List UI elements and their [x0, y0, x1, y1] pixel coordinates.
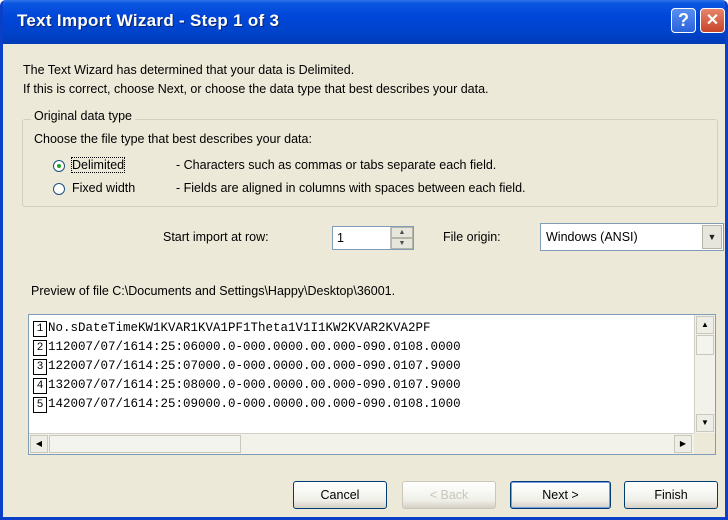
file-origin-value: Windows (ANSI) [546, 230, 638, 244]
row-number: 1 [33, 321, 47, 337]
start-row-stepper[interactable]: 1 ▲ ▼ [332, 226, 414, 250]
file-origin-select[interactable]: Windows (ANSI) ▼ [540, 223, 724, 251]
cancel-button[interactable]: Cancel [293, 481, 387, 509]
next-button[interactable]: Next > [510, 481, 611, 509]
scroll-up-icon[interactable]: ▲ [696, 316, 714, 334]
scroll-down-icon[interactable]: ▼ [696, 414, 714, 432]
text-import-wizard-dialog: Text Import Wizard - Step 1 of 3 ? ✕ The… [0, 0, 728, 520]
delimited-label[interactable]: Delimited [70, 157, 126, 173]
row-number: 5 [33, 397, 47, 413]
fixed-width-radio[interactable] [53, 183, 65, 195]
finish-button[interactable]: Finish [624, 481, 718, 509]
vertical-scrollbar[interactable]: ▲ ▼ [694, 315, 715, 434]
row-text: 142007/07/1614:25:09000.0-000.0000.00.00… [48, 397, 461, 411]
row-number: 2 [33, 340, 47, 356]
horizontal-scrollbar[interactable]: ◀ ▶ [29, 433, 695, 454]
fixed-width-description: - Fields are aligned in columns with spa… [176, 181, 526, 195]
close-icon[interactable]: ✕ [700, 8, 725, 33]
vertical-scroll-thumb[interactable] [696, 335, 714, 355]
delimited-description: - Characters such as commas or tabs sepa… [176, 158, 497, 172]
file-type-prompt: Choose the file type that best describes… [34, 132, 312, 146]
dialog-title: Text Import Wizard - Step 1 of 3 [17, 11, 280, 30]
file-origin-label: File origin: [443, 230, 501, 244]
row-text: 122007/07/1614:25:07000.0-000.0000.00.00… [48, 359, 461, 373]
scroll-corner [694, 433, 715, 454]
preview-row: 3 122007/07/1614:25:07000.0-000.0000.00.0… [33, 357, 461, 375]
scroll-right-icon[interactable]: ▶ [674, 435, 692, 453]
row-text: 112007/07/1614:25:06000.0-000.0000.00.00… [48, 340, 461, 354]
intro-line-1: The Text Wizard has determined that your… [23, 63, 355, 77]
arrow-up-icon[interactable]: ▲ [391, 227, 413, 238]
preview-row: 2 112007/07/1614:25:06000.0-000.0000.00.0… [33, 338, 461, 356]
scroll-left-icon[interactable]: ◀ [30, 435, 48, 453]
intro-line-2: If this is correct, choose Next, or choo… [23, 82, 489, 96]
start-row-value[interactable]: 1 [337, 231, 344, 245]
row-number: 3 [33, 359, 47, 375]
fixed-width-label[interactable]: Fixed width [72, 181, 135, 195]
stepper-buttons: ▲ ▼ [390, 227, 413, 249]
start-import-label: Start import at row: [163, 230, 269, 244]
back-button[interactable]: < Back [402, 481, 496, 509]
chevron-down-icon[interactable]: ▼ [702, 225, 722, 249]
title-bar[interactable]: Text Import Wizard - Step 1 of 3 ? ✕ [3, 0, 725, 44]
delimited-radio[interactable] [53, 160, 65, 172]
arrow-down-icon[interactable]: ▼ [391, 238, 413, 249]
preview-label: Preview of file C:\Documents and Setting… [31, 284, 396, 298]
row-text: No.sDateTimeKW1KVAR1KVA1PF1Theta1V1I1KW2… [48, 321, 431, 335]
row-number: 4 [33, 378, 47, 394]
help-icon[interactable]: ? [671, 8, 696, 33]
horizontal-scroll-thumb[interactable] [49, 435, 241, 453]
preview-row: 1 No.sDateTimeKW1KVAR1KVA1PF1Theta1V1I1KW… [33, 319, 431, 337]
preview-row: 5 142007/07/1614:25:09000.0-000.0000.00.0… [33, 395, 461, 413]
original-data-type-label: Original data type [31, 109, 135, 123]
row-text: 132007/07/1614:25:08000.0-000.0000.00.00… [48, 378, 461, 392]
preview-row: 4 132007/07/1614:25:08000.0-000.0000.00.0… [33, 376, 461, 394]
file-preview[interactable]: 1 No.sDateTimeKW1KVAR1KVA1PF1Theta1V1I1KW… [28, 314, 716, 455]
